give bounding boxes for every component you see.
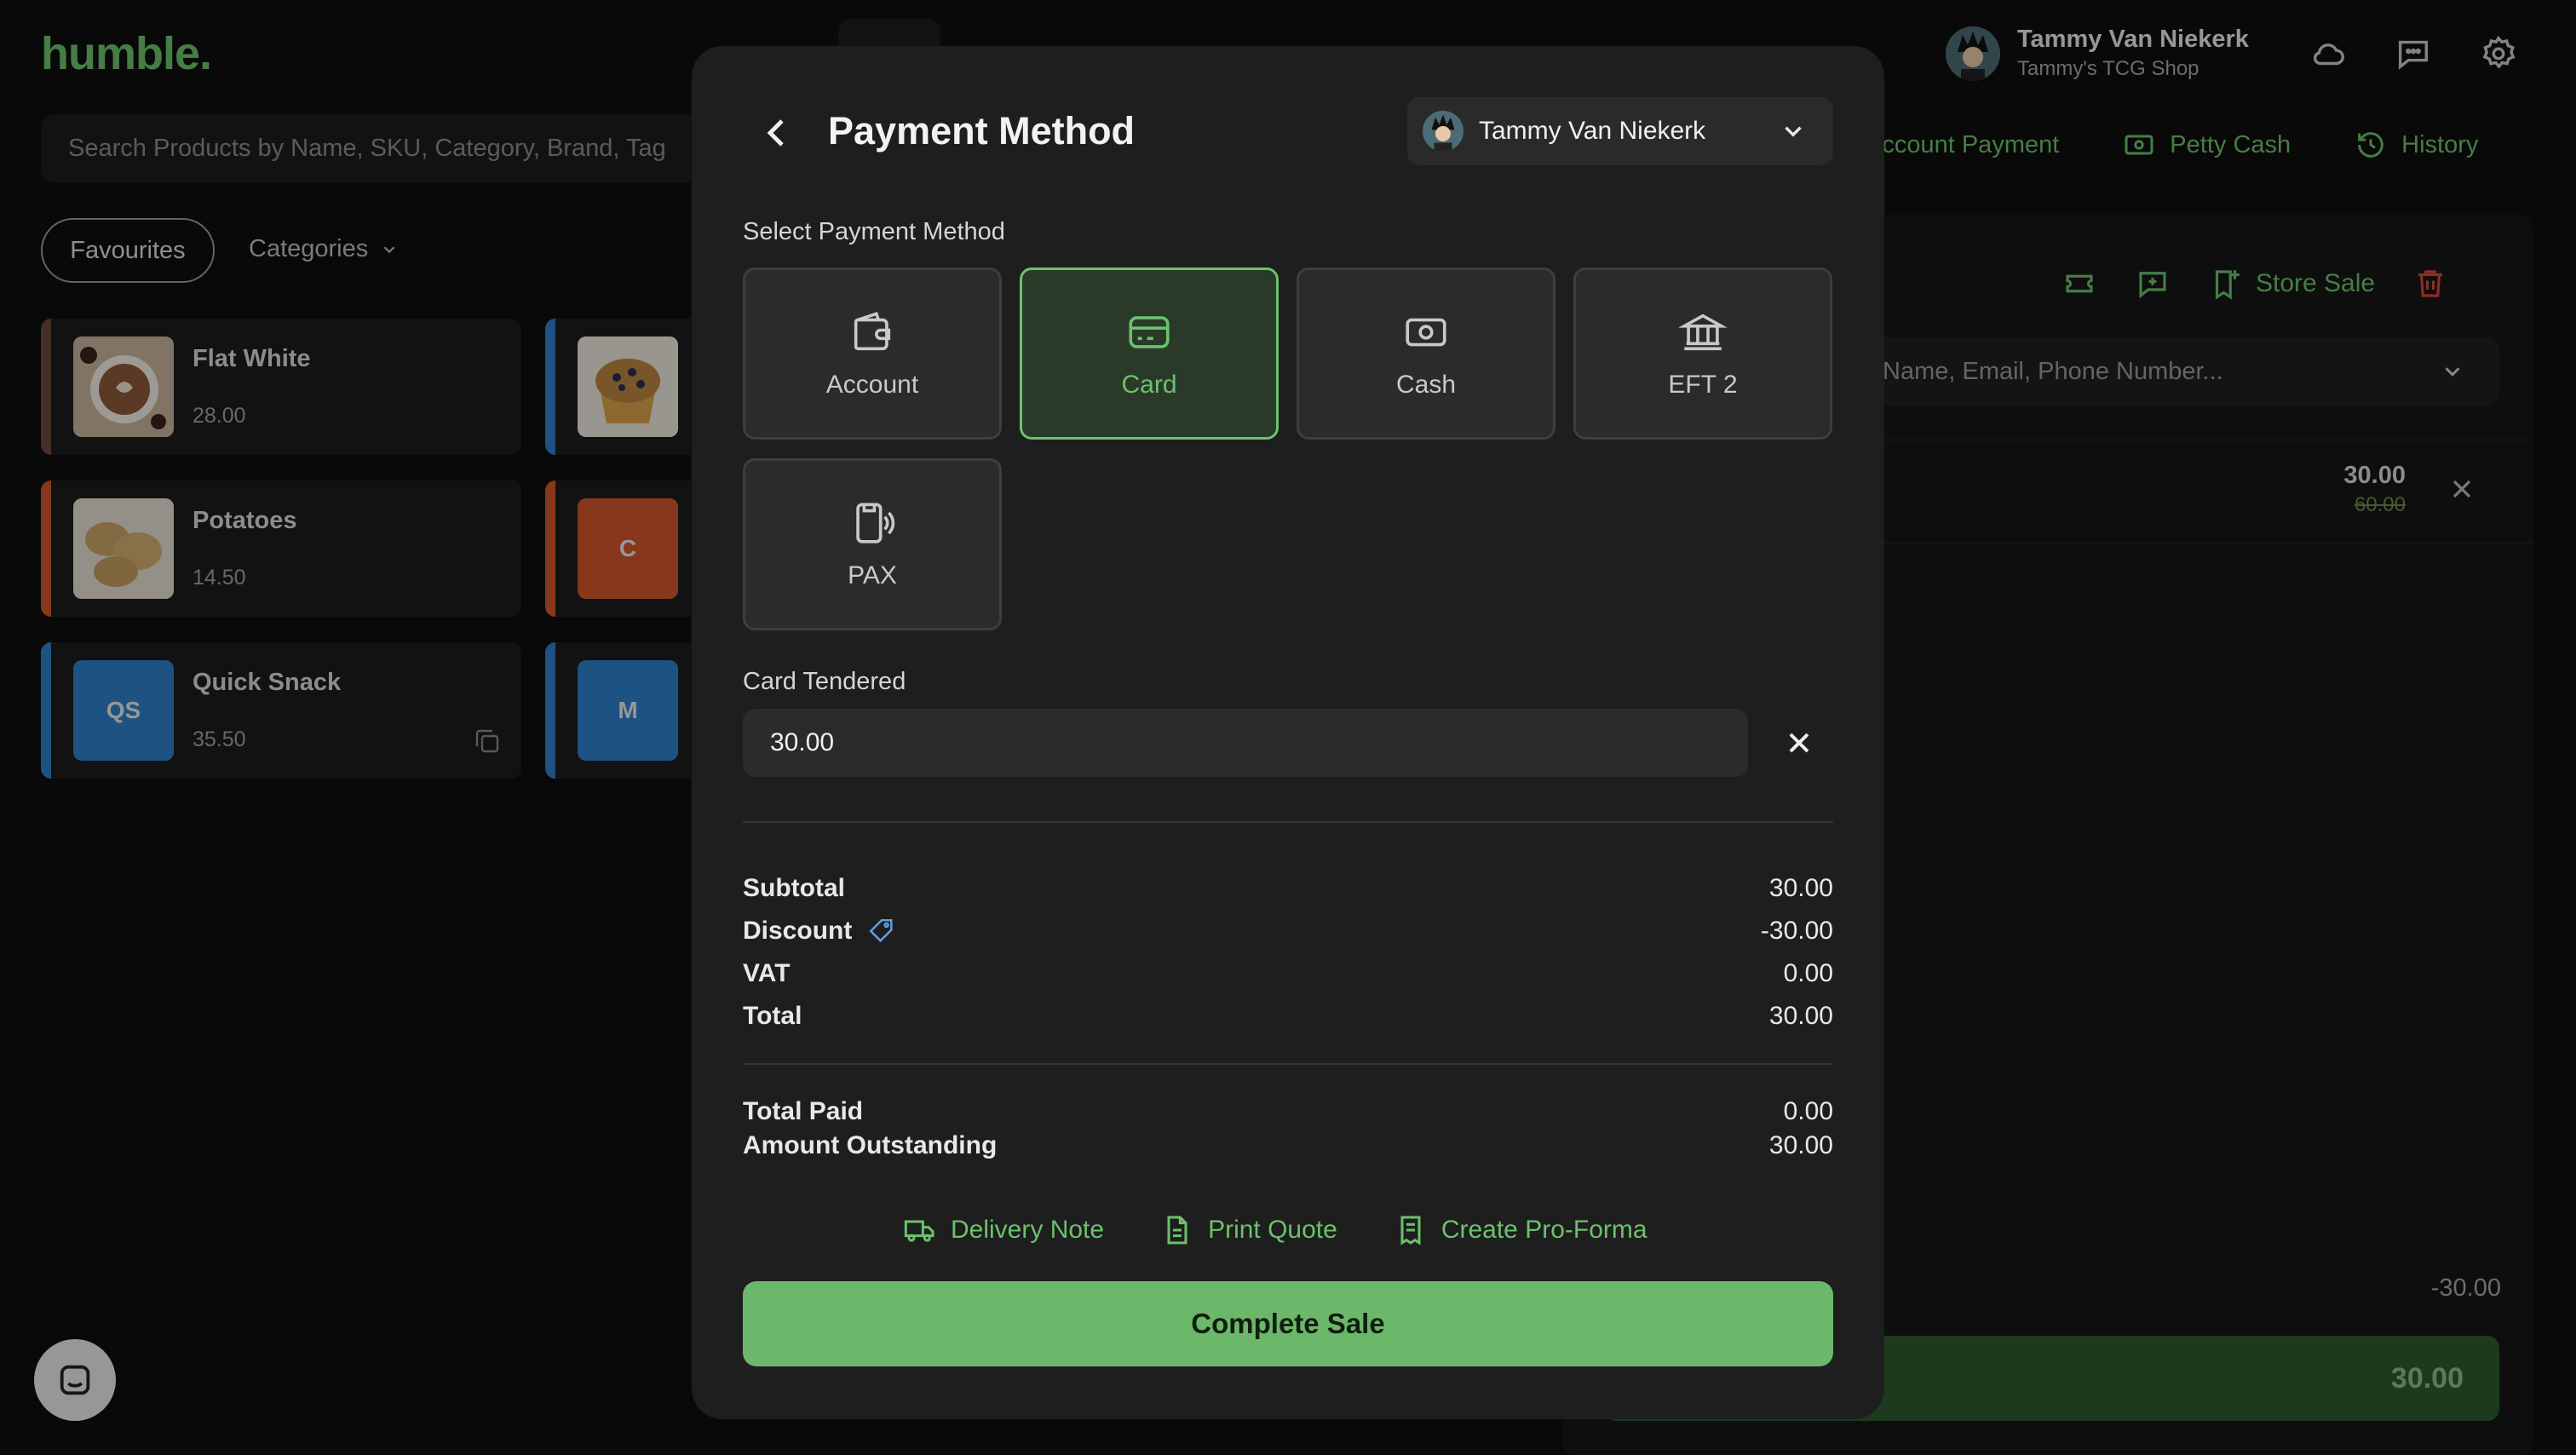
avatar xyxy=(1423,111,1463,152)
selected-user-name: Tammy Van Niekerk xyxy=(1479,117,1706,145)
tender-label: Card Tendered xyxy=(743,668,906,695)
print-quote-button[interactable]: Print Quote xyxy=(1160,1213,1337,1247)
create-pro-forma-label: Create Pro-Forma xyxy=(1440,1216,1647,1244)
total-paid-row: Total Paid 0.00 xyxy=(743,1097,1833,1126)
truck-icon xyxy=(904,1220,934,1242)
chevron-down-icon xyxy=(1785,126,1802,137)
pax-terminal-icon xyxy=(856,503,895,543)
complete-sale-button[interactable]: Complete Sale xyxy=(743,1281,1833,1366)
document-actions: Delivery Note Print Quote Create Pro-For… xyxy=(903,1213,1647,1247)
method-label: Account xyxy=(825,371,919,399)
discount-row: Discount -30.00 xyxy=(743,917,1833,946)
cash-icon xyxy=(1406,318,1446,347)
vat-row: VAT 0.00 xyxy=(743,959,1833,988)
total-row: Total 30.00 xyxy=(743,1002,1833,1031)
modal-title: Payment Method xyxy=(828,109,1136,152)
total-paid-value: 0.00 xyxy=(1783,1097,1833,1125)
payment-method-cash[interactable]: Cash xyxy=(1297,267,1555,440)
delivery-note-label: Delivery Note xyxy=(951,1216,1105,1244)
outstanding-label: Amount Outstanding xyxy=(743,1131,998,1159)
method-label: EFT 2 xyxy=(1668,371,1738,399)
discount-label: Discount xyxy=(743,917,853,945)
user-select-dropdown[interactable]: Tammy Van Niekerk xyxy=(1407,97,1833,165)
payment-method-pax[interactable]: PAX xyxy=(743,458,1002,630)
subtotal-value: 30.00 xyxy=(1768,874,1833,902)
vat-value: 0.00 xyxy=(1783,959,1833,987)
wallet-icon xyxy=(854,311,891,351)
delivery-note-button[interactable]: Delivery Note xyxy=(903,1213,1104,1247)
discount-value: -30.00 xyxy=(1760,917,1833,945)
outstanding-row: Amount Outstanding 30.00 xyxy=(743,1131,1833,1160)
subtotal-label: Subtotal xyxy=(743,874,845,902)
divider xyxy=(743,1063,1833,1065)
outstanding-value: 30.00 xyxy=(1768,1131,1833,1159)
payment-method-eft[interactable]: EFT 2 xyxy=(1573,267,1832,440)
receipt-icon xyxy=(1400,1216,1421,1245)
method-label: Card xyxy=(1121,371,1177,399)
bank-icon xyxy=(1678,313,1728,351)
subtotal-row: Subtotal 30.00 xyxy=(743,874,1833,903)
select-method-label: Select Payment Method xyxy=(743,218,1005,245)
total-label: Total xyxy=(743,1002,802,1030)
credit-card-icon xyxy=(1129,316,1170,348)
back-arrow-icon[interactable] xyxy=(756,112,797,153)
divider xyxy=(743,821,1833,823)
document-icon xyxy=(1167,1216,1187,1245)
print-quote-label: Print Quote xyxy=(1208,1216,1337,1244)
payment-method-card[interactable]: Card xyxy=(1020,267,1279,440)
method-label: Cash xyxy=(1395,371,1457,399)
card-tendered-input[interactable]: 30.00 xyxy=(743,709,1748,777)
total-value: 30.00 xyxy=(1768,1002,1833,1030)
discount-label-group: Discount xyxy=(743,917,896,946)
total-paid-label: Total Paid xyxy=(743,1097,864,1125)
tag-icon[interactable] xyxy=(867,917,896,946)
clear-tender-icon[interactable] xyxy=(1782,726,1816,760)
payment-method-account[interactable]: Account xyxy=(743,267,1002,440)
method-label: PAX xyxy=(848,561,897,589)
vat-label: VAT xyxy=(743,959,791,987)
create-pro-forma-button[interactable]: Create Pro-Forma xyxy=(1394,1213,1647,1247)
